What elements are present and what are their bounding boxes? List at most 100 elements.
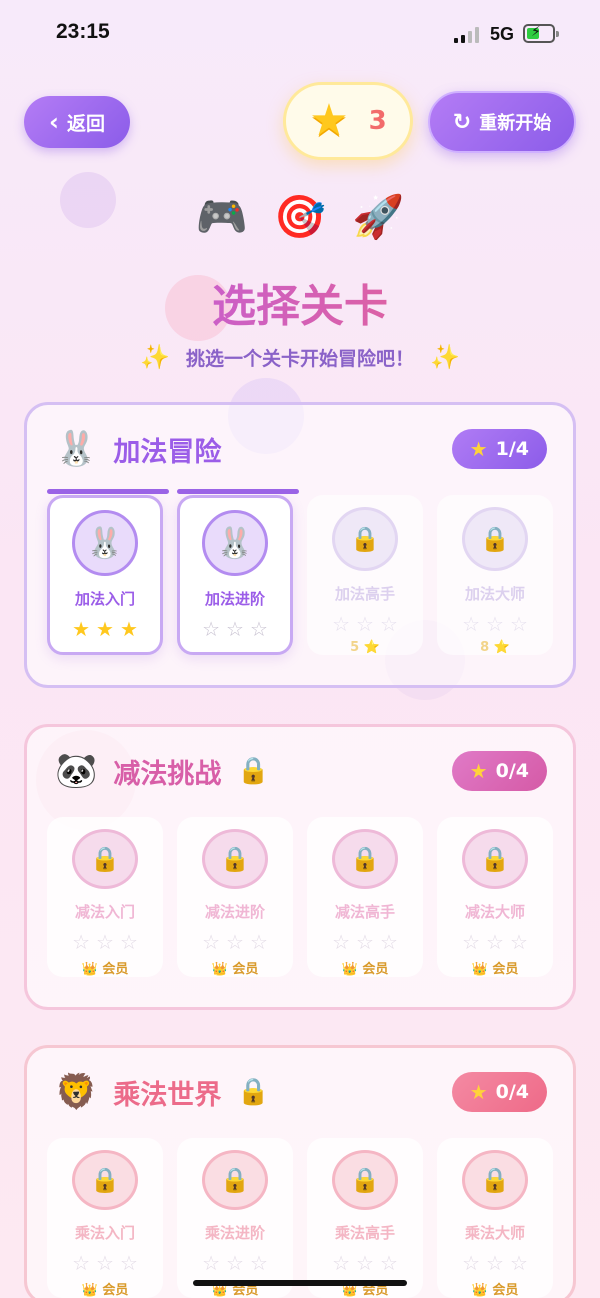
level-card-multiplication-expert[interactable]: 🔒 乘法高手 ☆ ☆ ☆ 👑 会员 — [307, 1138, 423, 1298]
level-stars: ☆ ☆ ☆ — [332, 930, 398, 954]
unlock-requirement: 8 ⭐ — [480, 640, 510, 655]
star-empty-icon: ☆ — [249, 617, 268, 641]
level-list: 🔒 减法入门 ☆ ☆ ☆ 👑 会员 🔒 减法进阶 ☆ ☆ ☆ 👑 会员 🔒 减法… — [47, 817, 553, 977]
section-title: 乘法世界 — [113, 1079, 222, 1111]
level-card-multiplication-master[interactable]: 🔒 乘法大师 ☆ ☆ ☆ 👑 会员 — [437, 1138, 553, 1298]
star-empty-icon: ☆ — [72, 930, 91, 954]
sparkle-icon: ✨ — [430, 343, 460, 371]
star-empty-icon: ☆ — [509, 1251, 528, 1275]
level-stars: ☆ ☆ ☆ — [202, 930, 268, 954]
level-card-addition-master[interactable]: 🔒 加法大师 ☆ ☆ ☆ 8 ⭐ — [437, 495, 553, 655]
star-empty-icon: ☆ — [202, 930, 221, 954]
star-empty-icon: ☆ — [486, 612, 504, 636]
rabbit-icon: 🐰 — [202, 510, 268, 576]
star-empty-icon: ☆ — [226, 1251, 244, 1275]
star-empty-icon: ☆ — [202, 617, 221, 641]
star-empty-icon: ☆ — [332, 930, 351, 954]
star-empty-icon: ☆ — [96, 1251, 114, 1275]
level-name: 加法进阶 — [204, 590, 265, 608]
level-stars: ☆ ☆ ☆ — [462, 1251, 528, 1275]
section-progress-badge: ★ 1/4 — [451, 429, 547, 469]
page-subtitle: ✨ 挑选一个关卡开始冒险吧！ ✨ — [0, 343, 600, 371]
status-time: 23:15 — [56, 20, 110, 43]
section-subtraction: 🐼 减法挑战 🔒 ★ 0/4 🔒 减法入门 ☆ ☆ ☆ 👑 会员 🔒 减法进阶 … — [24, 724, 576, 1010]
restart-button[interactable]: ↻ 重新开始 — [428, 91, 576, 153]
selected-indicator — [47, 489, 169, 494]
progress-text: 0/4 — [495, 1081, 529, 1103]
battery-icon: ⚡ — [523, 24, 559, 43]
level-list: 🔒 乘法入门 ☆ ☆ ☆ 👑 会员 🔒 乘法进阶 ☆ ☆ ☆ 👑 会员 🔒 乘法… — [47, 1138, 553, 1298]
level-stars: ☆ ☆ ☆ — [332, 1251, 398, 1275]
level-stars: ☆ ☆ ☆ — [72, 1251, 138, 1275]
level-card-addition-intro[interactable]: 🐰 加法入门 ★ ★ ★ — [47, 489, 169, 655]
member-requirement: 👑 会员 — [341, 962, 389, 977]
star-empty-icon: ☆ — [332, 1251, 351, 1275]
section-progress-badge: ★ 0/4 — [451, 1072, 547, 1112]
home-indicator[interactable] — [193, 1280, 407, 1286]
section-header: 🦁 乘法世界 🔒 — [55, 1072, 270, 1112]
section-title: 加法冒险 — [113, 436, 222, 468]
level-name: 加法高手 — [334, 585, 395, 603]
progress-text: 1/4 — [495, 438, 529, 460]
star-empty-icon: ☆ — [462, 930, 481, 954]
level-card-multiplication-advanced[interactable]: 🔒 乘法进阶 ☆ ☆ ☆ 👑 会员 — [177, 1138, 293, 1298]
level-card-addition-expert[interactable]: 🔒 加法高手 ☆ ☆ ☆ 5 ⭐ — [307, 495, 423, 655]
level-stars: ☆ ☆ ☆ — [332, 612, 398, 636]
total-stars-pill: ★ 3 — [283, 82, 413, 160]
network-type: 5G — [490, 24, 515, 44]
level-card-multiplication-intro[interactable]: 🔒 乘法入门 ☆ ☆ ☆ 👑 会员 — [47, 1138, 163, 1298]
level-name: 减法入门 — [74, 903, 135, 921]
restart-label: 重新开始 — [479, 113, 552, 134]
lock-icon: 🔒 — [202, 829, 268, 889]
level-card-subtraction-advanced[interactable]: 🔒 减法进阶 ☆ ☆ ☆ 👑 会员 — [177, 817, 293, 977]
star-empty-icon: ☆ — [226, 930, 244, 954]
star-filled-icon: ★ — [96, 617, 114, 641]
section-multiplication: 🦁 乘法世界 🔒 ★ 0/4 🔒 乘法入门 ☆ ☆ ☆ 👑 会员 🔒 乘法进阶 … — [24, 1045, 576, 1298]
star-empty-icon: ☆ — [379, 1251, 398, 1275]
level-list: 🐰 加法入门 ★ ★ ★ 🐰 加法进阶 ☆ ☆ ☆ 🔒 加法高手 ☆ ☆ ☆ 5… — [47, 489, 553, 655]
section-title: 减法挑战 — [113, 758, 222, 790]
level-name: 乘法大师 — [464, 1224, 525, 1242]
section-header: 🐼 减法挑战 🔒 — [55, 751, 270, 791]
level-card-addition-advanced[interactable]: 🐰 加法进阶 ☆ ☆ ☆ — [177, 489, 299, 655]
level-name: 加法入门 — [74, 590, 135, 608]
rabbit-icon: 🐰 — [72, 510, 138, 576]
star-empty-icon: ☆ — [332, 612, 351, 636]
member-requirement: 👑 会员 — [471, 1283, 519, 1298]
selected-indicator — [177, 489, 299, 494]
hero-emojis: 🎮 🎯 🚀 — [0, 192, 600, 242]
level-card-subtraction-expert[interactable]: 🔒 减法高手 ☆ ☆ ☆ 👑 会员 — [307, 817, 423, 977]
level-name: 减法高手 — [334, 903, 395, 921]
level-card-subtraction-master[interactable]: 🔒 减法大师 ☆ ☆ ☆ 👑 会员 — [437, 817, 553, 977]
level-stars: ★ ★ ★ — [72, 617, 138, 641]
star-empty-icon: ☆ — [226, 617, 244, 641]
lock-icon: 🔒 — [237, 756, 270, 786]
level-name: 加法大师 — [464, 585, 525, 603]
level-stars: ☆ ☆ ☆ — [202, 1251, 268, 1275]
lock-icon: 🔒 — [462, 829, 528, 889]
rocket-icon: 🚀 — [352, 192, 405, 241]
total-stars-count: 3 — [368, 106, 387, 136]
restart-icon: ↻ — [452, 109, 472, 135]
star-empty-icon: ☆ — [249, 930, 268, 954]
section-progress-badge: ★ 0/4 — [451, 751, 547, 791]
star-empty-icon: ☆ — [356, 1251, 374, 1275]
rabbit-icon: 🐰 — [55, 429, 98, 469]
lock-icon: 🔒 — [72, 829, 138, 889]
star-empty-icon: ☆ — [486, 1251, 504, 1275]
lock-icon: 🔒 — [202, 1150, 268, 1210]
star-empty-icon: ☆ — [462, 1251, 481, 1275]
lock-icon: 🔒 — [462, 507, 528, 571]
lock-icon: 🔒 — [332, 1150, 398, 1210]
back-button[interactable]: ‹ 返回 — [24, 96, 130, 148]
member-requirement: 👑 会员 — [471, 962, 519, 977]
back-label: 返回 — [66, 112, 105, 135]
lock-icon: 🔒 — [332, 829, 398, 889]
star-empty-icon: ☆ — [509, 930, 528, 954]
lock-icon: 🔒 — [332, 507, 398, 571]
level-card-subtraction-intro[interactable]: 🔒 减法入门 ☆ ☆ ☆ 👑 会员 — [47, 817, 163, 977]
star-empty-icon: ☆ — [249, 1251, 268, 1275]
lion-icon: 🦁 — [55, 1072, 98, 1112]
page-title: 选择关卡 — [0, 270, 600, 334]
level-stars: ☆ ☆ ☆ — [202, 617, 268, 641]
